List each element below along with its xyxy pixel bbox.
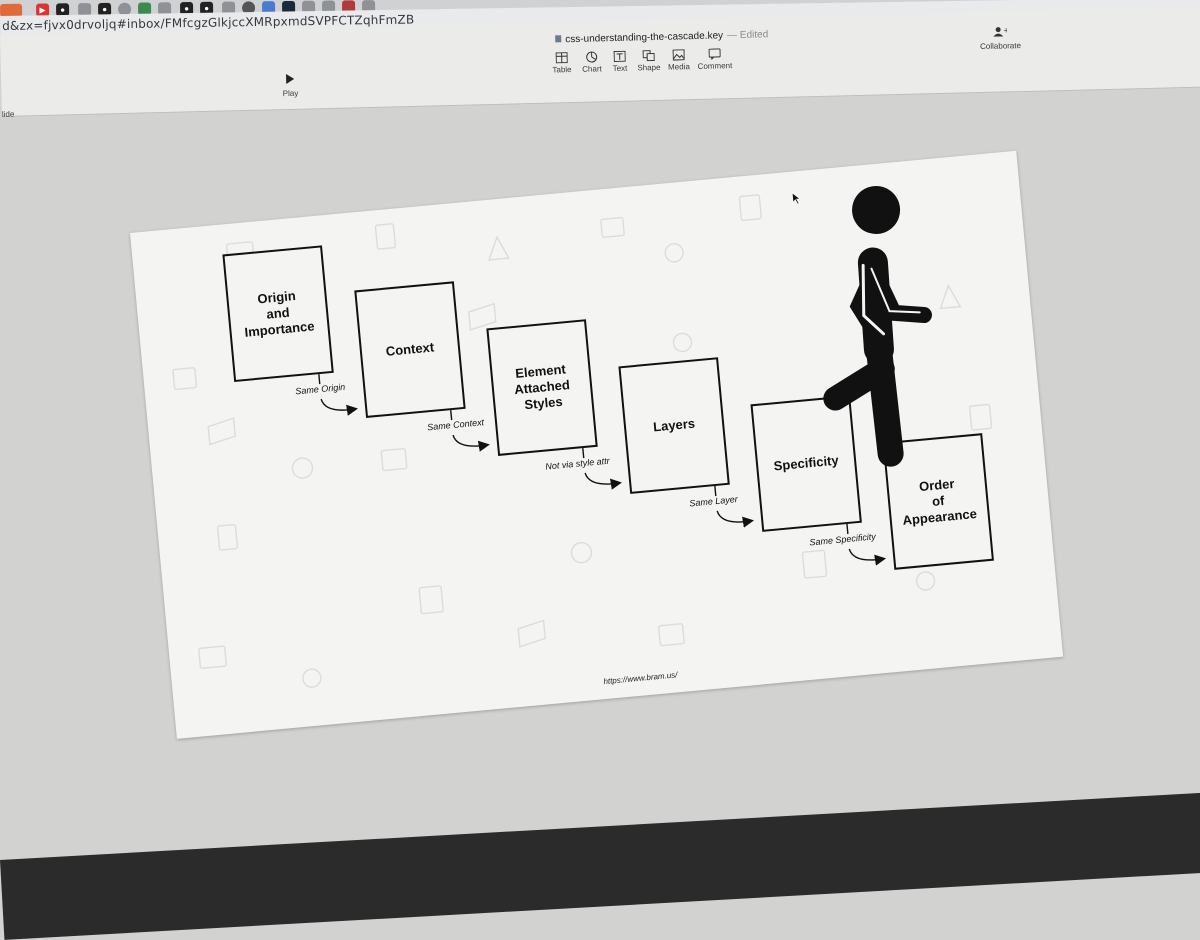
collaborate-label: Collaborate [970,41,1030,51]
connector-tick [715,485,716,496]
add-slide-label[interactable]: lide [2,110,15,119]
keynote-document-icon [555,35,561,42]
connector-tick [451,409,452,420]
walking-person-icon [804,178,970,480]
media-button[interactable]: Media [661,49,698,72]
comment-button[interactable]: Comment [697,48,734,71]
connector-arrow [849,546,883,562]
text-icon [614,51,626,62]
monitor-bezel [0,787,1200,939]
step-box-element-attached-styles[interactable]: ElementAttachedStyles [486,319,597,456]
connector-arrow [321,396,355,412]
comment-label: Comment [697,61,733,71]
connector-tick [583,447,584,458]
collaborate-icon: + [993,26,1007,36]
document-title-bar: css-understanding-the-cascade.key — Edite… [555,29,768,45]
document-title: css-understanding-the-cascade.key [565,30,723,45]
connector-tick [319,373,320,384]
collaborate-button[interactable]: + Collaborate [970,23,1031,51]
step-label: Layers [652,416,695,436]
svg-text:+: + [1003,26,1007,34]
shape-icon [643,50,655,61]
play-button[interactable]: Play [275,71,306,99]
comment-icon [709,48,721,59]
slide-canvas[interactable]: OriginandImportance Context ElementAttac… [130,151,1063,739]
play-icon [285,74,295,84]
connector-arrow [717,508,751,524]
media-icon [673,49,685,60]
table-icon [556,52,568,63]
step-box-origin-importance[interactable]: OriginandImportance [222,245,333,382]
document-status: — Edited [727,29,768,41]
chart-icon [586,51,598,62]
step-label: Context [385,339,435,359]
step-box-layers[interactable]: Layers [618,357,729,494]
play-label: Play [275,89,305,99]
step-box-context[interactable]: Context [354,281,465,418]
connector-tick [847,523,848,534]
connector-arrow [453,432,487,448]
mouse-cursor-icon [791,191,802,206]
connector-arrow [585,470,619,486]
media-label: Media [661,62,697,72]
